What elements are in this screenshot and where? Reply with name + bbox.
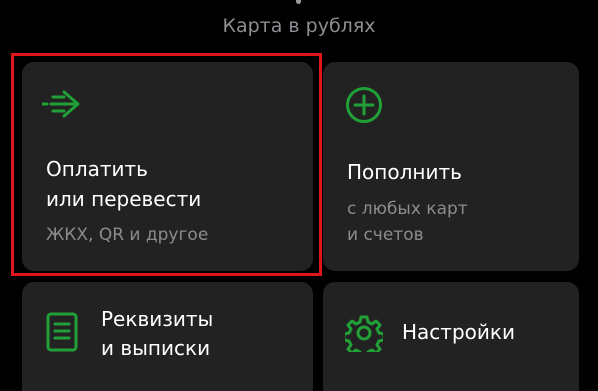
gear-icon bbox=[345, 314, 383, 352]
pay-subtitle: ЖКХ, QR и другое bbox=[46, 225, 209, 245]
pay-title-line2: или перевести bbox=[46, 187, 202, 211]
settings-title: Настройки bbox=[402, 320, 515, 344]
top-up-subtitle-line2: и счетов bbox=[347, 225, 424, 245]
document-icon bbox=[46, 312, 78, 352]
card-actions-screen: Карта в рублях Оплатить или перевести ЖК… bbox=[0, 0, 598, 391]
transfer-arrow-icon bbox=[42, 88, 86, 120]
card-type-label: Карта в рублях bbox=[222, 15, 376, 37]
requisites-title: Реквизиты bbox=[101, 307, 214, 331]
pay-title: Оплатить bbox=[46, 157, 148, 181]
plus-circle-icon bbox=[345, 86, 383, 124]
scroll-indicator bbox=[296, 0, 301, 4]
top-up-subtitle: с любых карт bbox=[347, 199, 468, 219]
requisites-title-line2: и выписки bbox=[101, 336, 211, 360]
top-up-title: Пополнить bbox=[347, 160, 462, 184]
